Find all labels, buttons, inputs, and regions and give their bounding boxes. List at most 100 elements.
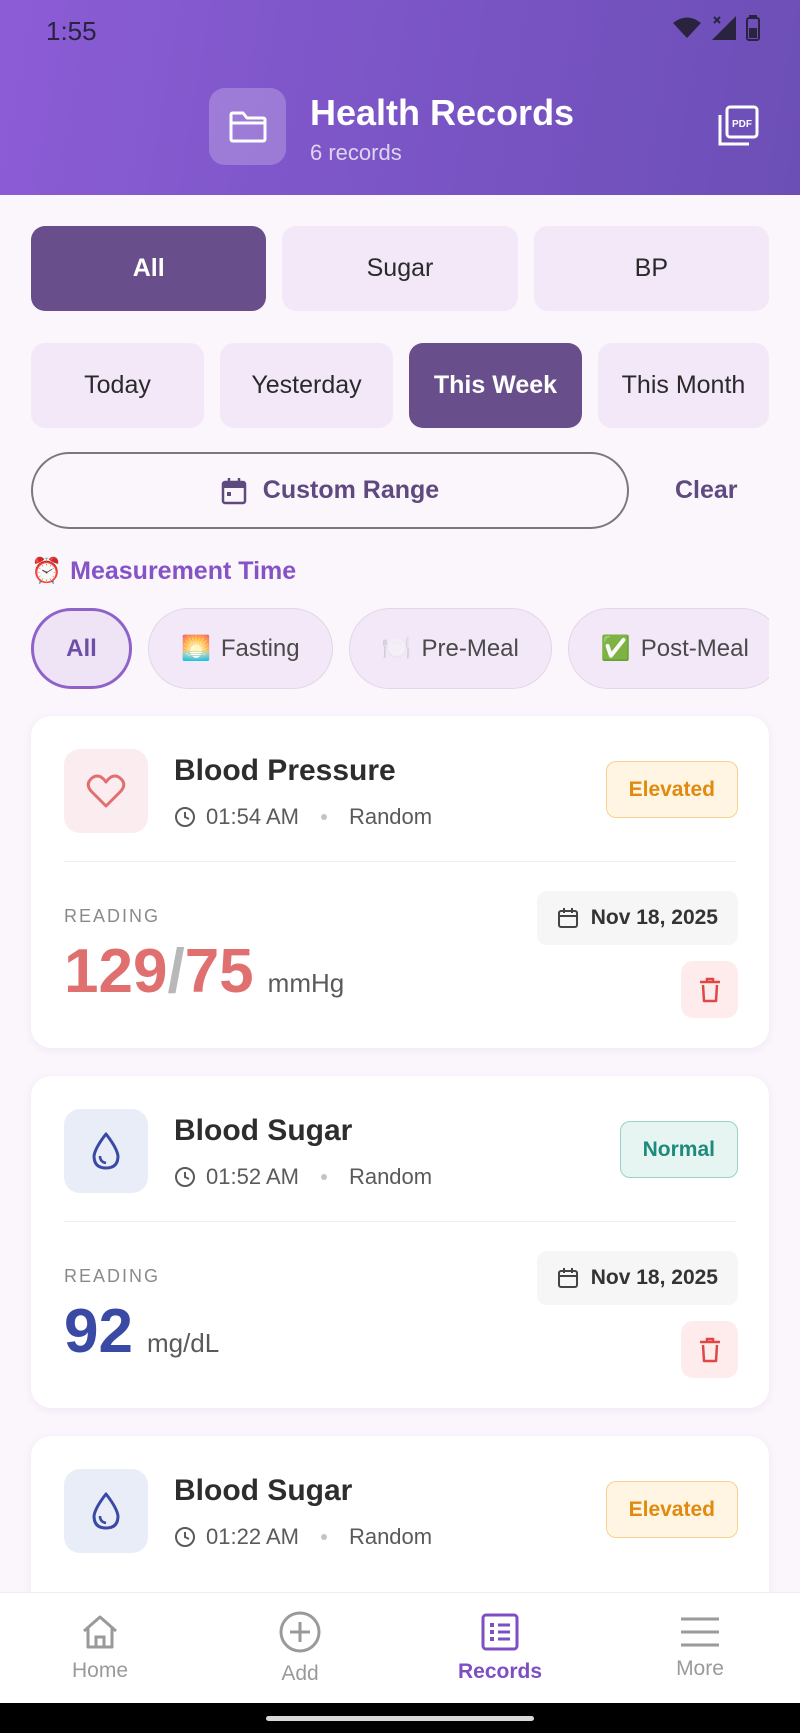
chip-pre-meal[interactable]: 🍽️ Pre-Meal xyxy=(348,608,552,689)
home-gesture-handle[interactable] xyxy=(266,1716,534,1721)
delete-button[interactable] xyxy=(681,961,738,1018)
measurement-time-heading: ⏰ Measurement Time xyxy=(31,557,296,586)
record-time: 01:54 AM xyxy=(206,804,299,829)
pdf-icon: PDF xyxy=(718,105,759,146)
filter-all[interactable]: All xyxy=(31,226,267,311)
trash-icon xyxy=(699,1337,720,1362)
record-context: Random xyxy=(348,1164,433,1189)
status-badge: Elevated xyxy=(605,761,738,818)
nav-label: Add xyxy=(281,1662,319,1685)
status-badge: Normal xyxy=(619,1121,738,1178)
clock-icon xyxy=(175,1167,195,1187)
custom-range-button[interactable]: Custom Range xyxy=(31,452,629,529)
sunrise-icon: 🌅 xyxy=(181,635,211,662)
record-title: Blood Pressure xyxy=(174,754,396,787)
record-meta: 01:52 AM Random xyxy=(174,1164,432,1190)
record-date-text: Nov 18, 2025 xyxy=(590,1266,718,1289)
folder-icon-tile xyxy=(209,88,286,165)
nav-records[interactable]: Records xyxy=(400,1593,600,1703)
drop-icon xyxy=(92,1132,120,1170)
card-divider xyxy=(64,861,736,862)
check-icon: ✅ xyxy=(600,635,631,662)
date-this-month[interactable]: This Month xyxy=(598,343,769,428)
record-time: 01:52 AM xyxy=(206,1164,299,1189)
separator-dot xyxy=(320,1174,327,1180)
filter-bp[interactable]: BP xyxy=(533,226,769,311)
diastolic-value: 75 xyxy=(184,937,254,1006)
drop-icon-tile xyxy=(64,1109,148,1193)
pdf-icon-label: PDF xyxy=(732,119,752,130)
calendar-icon xyxy=(557,908,578,928)
sugar-value: 92 xyxy=(64,1297,133,1366)
record-type-filter: All Sugar BP xyxy=(31,226,769,311)
date-yesterday[interactable]: Yesterday xyxy=(220,343,393,428)
export-pdf-button[interactable]: PDF xyxy=(716,104,760,148)
nav-label: More xyxy=(676,1657,724,1680)
filter-sugar[interactable]: Sugar xyxy=(282,226,518,311)
heart-icon xyxy=(86,774,126,808)
record-date: Nov 18, 2025 xyxy=(536,891,738,945)
battery-icon xyxy=(746,15,760,41)
chip-label: Fasting xyxy=(220,634,300,662)
reading-value: 129 / 75 mmHg xyxy=(64,936,344,1007)
folder-icon xyxy=(229,111,266,142)
menu-icon xyxy=(681,1617,719,1647)
chip-fasting[interactable]: 🌅 Fasting xyxy=(148,608,333,689)
date-today[interactable]: Today xyxy=(31,343,204,428)
bottom-navigation: Home Add Records More xyxy=(0,1592,800,1703)
chip-label: All xyxy=(66,634,97,662)
nav-label: Home xyxy=(71,1659,129,1682)
reading-unit: mg/dL xyxy=(146,1328,220,1358)
chip-all[interactable]: All xyxy=(31,608,132,689)
clear-button[interactable]: Clear xyxy=(675,476,738,505)
measurement-time-chips: All 🌅 Fasting 🍽️ Pre-Meal ✅ Post-Meal xyxy=(31,608,769,690)
date-filter: Today Yesterday This Week This Month xyxy=(31,343,769,428)
alarm-clock-icon: ⏰ xyxy=(31,557,63,585)
status-badge: Elevated xyxy=(605,1481,738,1538)
chip-label: Pre-Meal xyxy=(421,634,519,662)
record-meta: 01:22 AM Random xyxy=(174,1524,432,1550)
reading-label: READING xyxy=(64,1266,161,1286)
reading-value: 92 mg/dL xyxy=(64,1296,219,1367)
record-card[interactable]: Blood Pressure 01:54 AM Random Elevated … xyxy=(31,716,769,1048)
signal-icon xyxy=(712,16,736,40)
card-divider xyxy=(64,1221,736,1222)
reading-unit: mmHg xyxy=(267,968,345,998)
measurement-time-label: Measurement Time xyxy=(70,557,297,585)
page-title: Health Records xyxy=(310,92,575,133)
calendar-icon xyxy=(221,477,247,504)
date-this-week[interactable]: This Week xyxy=(409,343,582,428)
app-header: 1:55 Health Records 6 records PDF xyxy=(0,0,800,195)
clock-icon xyxy=(175,1527,195,1547)
separator-dot xyxy=(320,814,327,820)
custom-range-label: Custom Range xyxy=(262,476,440,504)
drop-icon xyxy=(92,1492,120,1530)
add-circle-icon xyxy=(279,1611,321,1653)
chip-post-meal[interactable]: ✅ Post-Meal xyxy=(567,608,769,689)
separator-dot xyxy=(320,1534,327,1540)
status-time: 1:55 xyxy=(46,16,97,46)
drop-icon-tile xyxy=(64,1469,148,1553)
records-list-icon xyxy=(481,1613,519,1651)
record-card[interactable]: Blood Sugar 01:52 AM Random Normal READI… xyxy=(31,1076,769,1408)
nav-label: Records xyxy=(457,1660,543,1683)
record-meta: 01:54 AM Random xyxy=(174,804,432,830)
record-date-text: Nov 18, 2025 xyxy=(590,906,718,929)
record-title: Blood Sugar xyxy=(174,1474,353,1507)
chip-label: Post-Meal xyxy=(640,634,749,662)
records-count: 6 records xyxy=(310,140,402,165)
record-time: 01:22 AM xyxy=(206,1524,299,1549)
nav-more[interactable]: More xyxy=(600,1593,800,1703)
nav-home[interactable]: Home xyxy=(0,1593,200,1703)
home-icon xyxy=(83,1615,117,1649)
record-context: Random xyxy=(348,1524,433,1549)
heart-icon-tile xyxy=(64,749,148,833)
systolic-value: 129 xyxy=(64,937,168,1006)
calendar-icon xyxy=(557,1268,578,1288)
record-context: Random xyxy=(348,804,433,829)
reading-label: READING xyxy=(64,906,161,926)
system-navigation-bar xyxy=(0,1703,800,1733)
nav-add[interactable]: Add xyxy=(200,1593,400,1703)
delete-button[interactable] xyxy=(681,1321,738,1378)
record-title: Blood Sugar xyxy=(174,1114,353,1147)
